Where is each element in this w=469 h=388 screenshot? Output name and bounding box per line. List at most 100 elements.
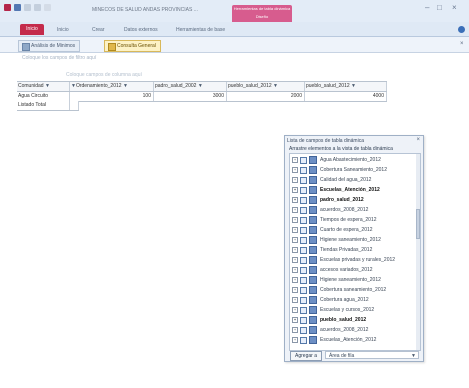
checkbox-icon[interactable]: [300, 236, 307, 244]
expand-icon[interactable]: +: [292, 247, 298, 253]
checkbox-icon[interactable]: [300, 306, 307, 314]
dropdown-arrow-icon[interactable]: ▼: [45, 83, 50, 89]
dropdown-arrow-icon[interactable]: ▼: [198, 83, 203, 89]
column-drop-zone[interactable]: Coloque campos de columna aquí: [66, 72, 142, 78]
checkbox-icon[interactable]: [300, 206, 307, 214]
row-label[interactable]: Listado Total: [17, 101, 70, 110]
list-item[interactable]: + Tiendas Privadas_2012: [292, 246, 372, 254]
pivot-field-comunidad[interactable]: Comunidad ▼: [17, 82, 70, 91]
expand-icon[interactable]: +: [292, 167, 298, 173]
checkbox-icon[interactable]: [300, 336, 307, 344]
checkbox-icon[interactable]: [300, 266, 307, 274]
close-icon[interactable]: ×: [452, 4, 457, 12]
list-item[interactable]: + Calidad del agua_2012: [292, 176, 371, 184]
pivot-value-cell[interactable]: 4000: [305, 92, 387, 101]
chevron-down-icon[interactable]: ▼: [411, 352, 416, 360]
undo-icon[interactable]: [24, 4, 31, 11]
ribbon-tab-home[interactable]: Inicio: [57, 27, 69, 33]
list-item[interactable]: + Cobertura Saneamiento_2012: [292, 166, 387, 174]
list-item[interactable]: + Agua Abastecimiento_2012: [292, 156, 381, 164]
list-item[interactable]: + accesos variados_2012: [292, 266, 373, 274]
pivot-value-cell[interactable]: 3000: [154, 92, 227, 101]
minimize-icon[interactable]: –: [425, 4, 429, 12]
scrollbar-thumb[interactable]: [416, 209, 420, 239]
list-item[interactable]: + Tiempos de espera_2012: [292, 216, 377, 224]
filter-drop-zone[interactable]: Coloque los campos de filtro aquí: [22, 55, 96, 61]
checkbox-icon[interactable]: [300, 226, 307, 234]
expand-icon[interactable]: +: [292, 287, 298, 293]
close-document-icon[interactable]: ×: [460, 41, 464, 47]
dropdown-arrow-icon[interactable]: ▼: [351, 83, 356, 89]
save-icon[interactable]: [14, 4, 21, 11]
list-item[interactable]: + pueblo_salud_2012: [292, 316, 366, 324]
checkbox-icon[interactable]: [300, 156, 307, 164]
expand-icon[interactable]: +: [292, 257, 298, 263]
pivot-field-col4[interactable]: pueblo_salud_2012 ▼: [305, 82, 387, 91]
expand-indicator[interactable]: [70, 101, 79, 110]
pivot-field-col2[interactable]: padro_salud_2002 ▼: [154, 82, 227, 91]
expand-icon[interactable]: +: [292, 317, 298, 323]
contextual-tab-design[interactable]: Diseño: [232, 13, 292, 21]
expand-icon[interactable]: +: [292, 327, 298, 333]
close-icon[interactable]: ×: [416, 137, 420, 143]
customize-qat-icon[interactable]: [44, 4, 51, 11]
file-tab[interactable]: Inicio: [20, 24, 44, 35]
list-item[interactable]: + Cobertura agua_2012: [292, 296, 369, 304]
ribbon-tab-database-tools[interactable]: Herramientas de base: [176, 27, 225, 33]
expand-icon[interactable]: +: [292, 307, 298, 313]
checkbox-icon[interactable]: [300, 166, 307, 174]
expand-icon[interactable]: +: [292, 277, 298, 283]
ribbon-scroll-icon[interactable]: [458, 26, 465, 33]
doc-tab-consulta[interactable]: Consulta General: [104, 40, 161, 52]
dropdown-arrow-icon[interactable]: ▼: [273, 83, 278, 89]
pivot-value-cell[interactable]: 2000: [227, 92, 305, 101]
list-item[interactable]: + acuerdos_2008_2012: [292, 326, 368, 334]
list-item[interactable]: + Higiene saneamiento_2012: [292, 236, 381, 244]
add-target-select[interactable]: Área de fila ▼: [325, 351, 419, 359]
ribbon-tab-external-data[interactable]: Datos externos: [124, 27, 158, 33]
app-access-icon[interactable]: [4, 4, 11, 11]
list-item[interactable]: + Escuelas privadas y rurales_2012: [292, 256, 395, 264]
pivot-field-col1[interactable]: ▼Ordenamiento_2012 ▼: [70, 82, 154, 91]
expand-icon[interactable]: +: [292, 157, 298, 163]
list-item[interactable]: + Cuarto de espera_2012: [292, 226, 373, 234]
checkbox-icon[interactable]: [300, 176, 307, 184]
checkbox-icon[interactable]: [300, 196, 307, 204]
row-label[interactable]: Agua Circuito: [17, 92, 70, 101]
expand-icon[interactable]: +: [292, 267, 298, 273]
list-item[interactable]: + Higiene saneamiento_2012: [292, 276, 381, 284]
ribbon-tab-create[interactable]: Crear: [92, 27, 105, 33]
checkbox-icon[interactable]: [300, 286, 307, 294]
list-item[interactable]: + padro_salud_2012: [292, 196, 364, 204]
expand-icon[interactable]: +: [292, 197, 298, 203]
maximize-icon[interactable]: □: [437, 4, 442, 12]
list-item[interactable]: + Escuelas_Atención_2012: [292, 186, 380, 194]
expand-icon[interactable]: +: [292, 217, 298, 223]
dropdown-arrow-icon[interactable]: ▼: [123, 83, 128, 89]
expand-icon[interactable]: +: [292, 207, 298, 213]
list-item[interactable]: + Cobertura saneamiento_2012: [292, 286, 386, 294]
checkbox-icon[interactable]: [300, 276, 307, 284]
checkbox-icon[interactable]: [300, 246, 307, 254]
list-item[interactable]: + Escuelas_Atención_2012: [292, 336, 376, 344]
expand-icon[interactable]: +: [292, 237, 298, 243]
scrollbar[interactable]: [416, 154, 420, 350]
checkbox-icon[interactable]: [300, 216, 307, 224]
expand-icon[interactable]: +: [292, 337, 298, 343]
checkbox-icon[interactable]: [300, 326, 307, 334]
expand-icon[interactable]: +: [292, 227, 298, 233]
checkbox-icon[interactable]: [300, 296, 307, 304]
pivot-value-cell[interactable]: 100: [70, 92, 154, 101]
expand-icon[interactable]: +: [292, 297, 298, 303]
list-item[interactable]: + acuerdos_2008_2012: [292, 206, 368, 214]
checkbox-icon[interactable]: [300, 186, 307, 194]
checkbox-icon[interactable]: [300, 256, 307, 264]
redo-icon[interactable]: [34, 4, 41, 11]
pivot-field-col3[interactable]: pueblo_salud_2012 ▼: [227, 82, 305, 91]
doc-tab-analisis[interactable]: Análisis de Minimos: [18, 40, 81, 52]
expand-icon[interactable]: +: [292, 187, 298, 193]
field-list-box[interactable]: + Agua Abastecimiento_2012 + Cobertura Sane…: [289, 153, 421, 351]
expand-icon[interactable]: +: [292, 177, 298, 183]
add-to-button[interactable]: Agregar a: [290, 351, 322, 361]
list-item[interactable]: + Escuelas y cursos_2012: [292, 306, 374, 314]
